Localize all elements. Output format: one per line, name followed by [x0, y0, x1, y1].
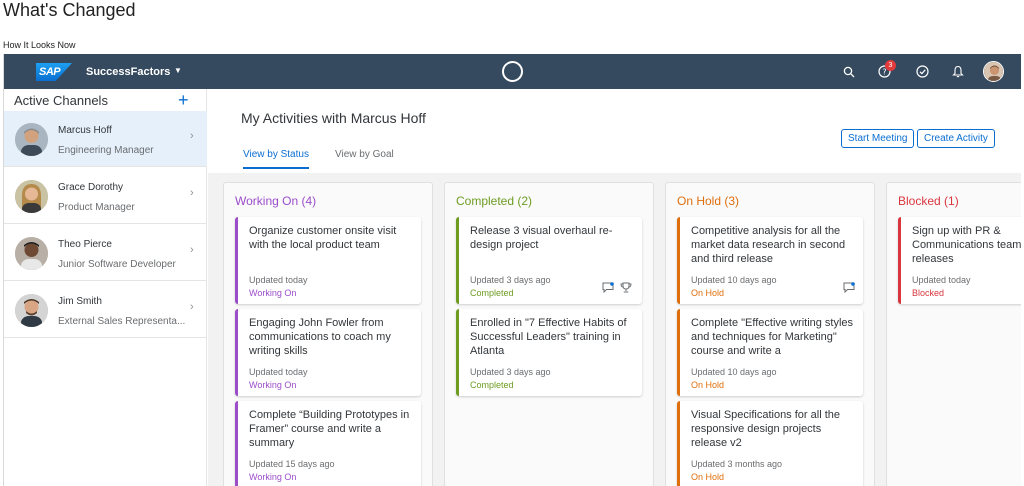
activity-card[interactable]: Engaging John Fowler from communications…: [235, 309, 421, 396]
user-avatar[interactable]: [983, 61, 1004, 82]
card-updated: Updated 3 days ago: [470, 367, 551, 377]
chevron-down-icon[interactable]: ▼: [174, 66, 182, 75]
bell-icon[interactable]: [949, 63, 966, 80]
channel-role: External Sales Representa...: [58, 316, 186, 327]
avatar: [15, 294, 48, 327]
card-title: Organize customer onsite visit with the …: [249, 225, 397, 251]
card-status: Completed: [470, 380, 514, 390]
column-on-hold: On Hold (3) Competitive analysis for all…: [665, 182, 875, 486]
card-status: Working On: [249, 288, 297, 298]
activity-card[interactable]: Release 3 visual overhaul re-design proj…: [456, 217, 642, 304]
page-heading: What's Changed: [3, 0, 136, 20]
tab-view-by-goal[interactable]: View by Goal: [335, 149, 394, 167]
card-updated: Updated 3 days ago: [470, 275, 551, 285]
channel-name: Marcus Hoff: [58, 125, 112, 136]
avatar: [15, 123, 48, 156]
channel-role: Junior Software Developer: [58, 259, 176, 270]
todo-icon[interactable]: [914, 63, 931, 80]
main-content: My Activities with Marcus Hoff View by S…: [208, 89, 1021, 486]
card-updated: Updated today: [249, 275, 308, 285]
card-updated: Updated today: [912, 275, 971, 285]
sap-logo[interactable]: SAP: [36, 63, 72, 81]
avatar: [15, 237, 48, 270]
channel-name: Grace Dorothy: [58, 182, 124, 193]
channel-item-marcus-hoff[interactable]: Marcus Hoff Engineering Manager ›: [4, 111, 207, 167]
card-status: On Hold: [691, 288, 725, 298]
column-completed: Completed (2) Release 3 visual overhaul …: [444, 182, 654, 486]
comment-icon[interactable]: [843, 280, 855, 294]
channel-item-grace-dorothy[interactable]: Grace Dorothy Product Manager ›: [4, 168, 207, 224]
card-status: On Hold: [691, 380, 725, 390]
card-updated: Updated 10 days ago: [691, 367, 777, 377]
app-window: SAP SuccessFactors ▼ ? 3 Active Channels…: [3, 54, 1021, 486]
trophy-icon[interactable]: [620, 280, 632, 293]
sap-logo-text: SAP: [39, 66, 61, 78]
activity-card[interactable]: Complete “Building Prototypes in Framer”…: [235, 401, 421, 486]
shell-bar: SAP SuccessFactors ▼ ? 3: [4, 54, 1021, 89]
card-updated: Updated 10 days ago: [691, 275, 777, 285]
card-title: Engaging John Fowler from communications…: [249, 317, 391, 357]
card-status: Working On: [249, 472, 297, 482]
activity-card[interactable]: Sign up with PR & Communications team pr…: [898, 217, 1021, 304]
card-status: Blocked: [912, 288, 945, 298]
sidebar-title: Active Channels: [14, 93, 108, 108]
card-updated: Updated today: [249, 367, 308, 377]
create-activity-button[interactable]: Create Activity: [917, 129, 995, 148]
activity-card[interactable]: Competitive analysis for all the market …: [677, 217, 863, 304]
active-channels-sidebar: Active Channels + Marcus Hoff Engineerin…: [4, 89, 207, 486]
card-title: Complete "Effective writing styles and t…: [691, 317, 854, 357]
chevron-right-icon: ›: [190, 187, 194, 199]
card-updated: Updated 3 months ago: [691, 459, 783, 469]
card-updated: Updated 15 days ago: [249, 459, 335, 469]
channel-role: Engineering Manager: [58, 145, 154, 156]
card-title: Enrolled in "7 Effective Habits of Succe…: [470, 317, 627, 357]
column-blocked: Blocked (1) Sign up with PR & Communicat…: [886, 182, 1021, 486]
page-subheading: How It Looks Now: [3, 40, 76, 50]
notification-count-badge: 3: [885, 60, 896, 71]
comment-icon[interactable]: [602, 280, 614, 294]
card-status: Completed: [470, 288, 514, 298]
chevron-right-icon: ›: [190, 301, 194, 313]
channel-item-jim-smith[interactable]: Jim Smith External Sales Representa... ›: [4, 282, 207, 338]
card-status: Working On: [249, 380, 297, 390]
channel-item-theo-pierce[interactable]: Theo Pierce Junior Software Developer ›: [4, 225, 207, 281]
search-icon[interactable]: [840, 63, 857, 80]
card-title: Visual Specifications for all the respon…: [691, 409, 840, 449]
channel-role: Product Manager: [58, 202, 135, 213]
card-status: On Hold: [691, 472, 725, 482]
copilot-icon[interactable]: [502, 61, 523, 82]
column-working-on: Working On (4) Organize customer onsite …: [223, 182, 433, 486]
column-title: On Hold (3): [677, 194, 740, 208]
card-title: Release 3 visual overhaul re-design proj…: [470, 225, 613, 251]
channel-name: Jim Smith: [58, 296, 102, 307]
chevron-right-icon: ›: [190, 244, 194, 256]
card-title: Sign up with PR & Communications team pr…: [912, 225, 1021, 265]
activity-card[interactable]: Enrolled in "7 Effective Habits of Succe…: [456, 309, 642, 396]
avatar: [15, 180, 48, 213]
status-board: Working On (4) Organize customer onsite …: [208, 173, 1021, 486]
column-title: Working On (4): [235, 194, 317, 208]
activity-card[interactable]: Complete "Effective writing styles and t…: [677, 309, 863, 396]
tab-view-by-status[interactable]: View by Status: [243, 149, 309, 169]
column-title: Completed (2): [456, 194, 533, 208]
chevron-right-icon: ›: [190, 130, 194, 142]
add-channel-icon[interactable]: +: [178, 91, 189, 109]
card-title: Competitive analysis for all the market …: [691, 225, 846, 265]
column-title: Blocked (1): [898, 194, 959, 208]
start-meeting-button[interactable]: Start Meeting: [841, 129, 915, 148]
card-title: Complete “Building Prototypes in Framer”…: [249, 409, 410, 449]
activity-card[interactable]: Visual Specifications for all the respon…: [677, 401, 863, 486]
page-title: My Activities with Marcus Hoff: [241, 110, 426, 126]
activity-card[interactable]: Organize customer onsite visit with the …: [235, 217, 421, 304]
product-switcher-label[interactable]: SuccessFactors: [86, 66, 170, 78]
channel-name: Theo Pierce: [58, 239, 112, 250]
